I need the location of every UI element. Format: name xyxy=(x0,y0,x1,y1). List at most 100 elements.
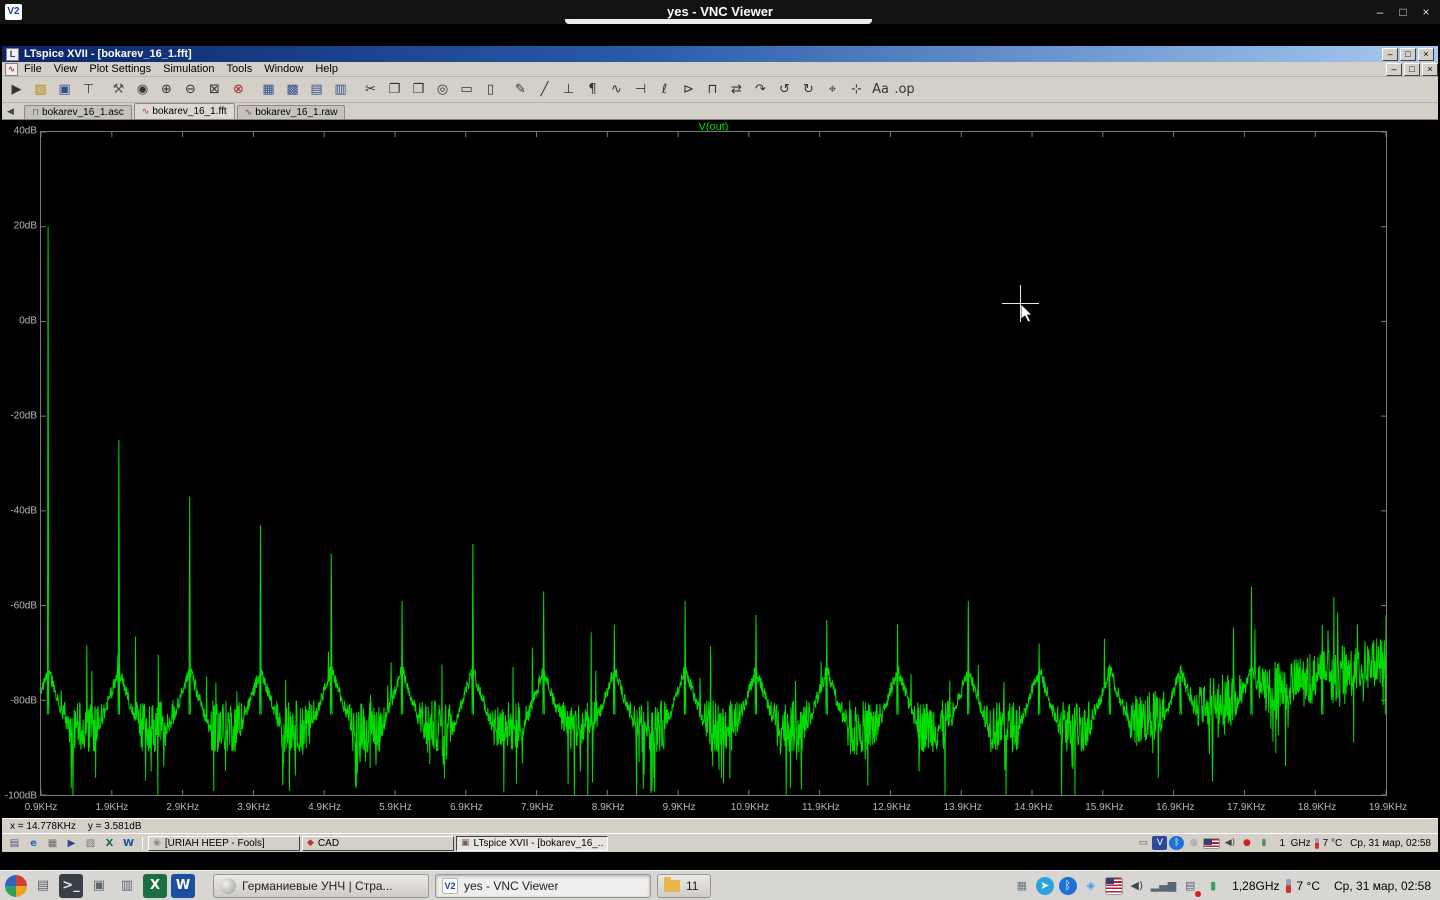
ie-icon[interactable]: e xyxy=(25,836,42,851)
screenshot-tray-icon[interactable]: ▦ xyxy=(1013,877,1031,895)
vnc-viewer-window-button[interactable]: V2 yes - VNC Viewer xyxy=(435,873,651,898)
tab-scroll-left-icon[interactable]: ◀ xyxy=(7,106,14,117)
terminal-icon[interactable]: >_ xyxy=(59,873,83,898)
plot-pane[interactable]: V(out) 40dB 20dB 0dB -20dB -40dB -60dB -80dB -1… xyxy=(2,119,1438,818)
plot-area[interactable] xyxy=(40,131,1387,796)
uriah-heep-window-button[interactable]: ◉ [URIAH HEEP - Fools] xyxy=(148,835,300,851)
fft-icon[interactable]: ▥ xyxy=(329,79,352,100)
ltspice-titlebar[interactable]: L LTspice XVII - [bokarev_16_1.fft] – □ … xyxy=(2,46,1438,62)
word-icon[interactable]: W xyxy=(120,836,137,851)
outlook-icon[interactable]: ▧ xyxy=(82,836,99,851)
print-icon[interactable]: ▭ xyxy=(455,79,478,100)
zoom-out-icon[interactable]: ⊖ xyxy=(179,79,202,100)
minimize-button[interactable]: – xyxy=(1372,5,1388,19)
autorange-icon[interactable]: ▤ xyxy=(305,79,328,100)
tab-bokarev_16_1-asc[interactable]: ⊓ bokarev_16_1.asc xyxy=(24,105,132,119)
remote-clock[interactable]: Ср, 31 мар, 02:58 xyxy=(1350,838,1431,849)
redo-icon[interactable]: ↻ xyxy=(797,79,820,100)
inductor-icon[interactable]: ℓ xyxy=(653,79,676,100)
keyboard-layout-flag[interactable] xyxy=(1104,876,1123,895)
ground-icon[interactable]: ⊥ xyxy=(557,79,580,100)
close-button[interactable]: × xyxy=(1418,47,1434,61)
menu-help[interactable]: Help xyxy=(309,63,344,75)
plot-settings-icon[interactable]: ▦ xyxy=(257,79,280,100)
paste-icon[interactable]: ❒ xyxy=(407,79,430,100)
explorer-icon[interactable]: ▦ xyxy=(44,836,61,851)
record-icon[interactable]: ● xyxy=(1239,836,1254,850)
mdi-minimize-button[interactable]: – xyxy=(1386,62,1402,76)
ltspice-window-button[interactable]: ▣ LTspice XVII - [bokarev_16_... xyxy=(456,835,608,851)
rotate-icon[interactable]: ↷ xyxy=(749,79,772,100)
mdi-restore-button[interactable]: □ xyxy=(1404,62,1420,76)
telegram-icon[interactable]: ➤ xyxy=(1035,876,1054,895)
open-icon[interactable]: ▨ xyxy=(29,79,52,100)
maximize-button[interactable]: □ xyxy=(1395,5,1411,19)
mdi-close-button[interactable]: × xyxy=(1422,62,1438,76)
control-panel-icon[interactable]: ⚒ xyxy=(107,79,130,100)
host-clock[interactable]: Ср, 31 мар, 02:58 xyxy=(1334,879,1431,893)
diode-icon[interactable]: ⊳ xyxy=(677,79,700,100)
probe-icon[interactable]: ⊤ xyxy=(77,79,100,100)
close-button[interactable]: × xyxy=(1418,5,1434,19)
bluetooth-icon[interactable]: ᛒ xyxy=(1169,836,1185,850)
osd-icon[interactable]: ◍ xyxy=(1186,836,1201,850)
power-icon[interactable]: ▮ xyxy=(1256,836,1271,850)
tab-bokarev_16_1-raw[interactable]: ∿ bokarev_16_1.raw xyxy=(236,105,346,119)
spice-netlist-icon[interactable]: ▩ xyxy=(281,79,304,100)
file-manager-icon[interactable]: ▤ xyxy=(31,874,55,898)
volume-icon[interactable]: ◀) xyxy=(1128,877,1146,895)
browser-window-button[interactable]: Германиевые УНЧ | Стра... xyxy=(213,873,429,898)
print-preview-icon[interactable]: ▯ xyxy=(479,79,502,100)
mirror-icon[interactable]: ⇄ xyxy=(725,79,748,100)
signal-icon[interactable]: ▂▄▆ xyxy=(1151,877,1176,895)
excel-icon[interactable]: X xyxy=(143,873,167,898)
cut-icon[interactable]: ✂ xyxy=(359,79,382,100)
text-icon[interactable]: Aa xyxy=(869,79,892,100)
wire-icon[interactable]: ╱ xyxy=(533,79,556,100)
menu-file[interactable]: File xyxy=(18,63,48,75)
zoom-full-icon[interactable]: ⊠ xyxy=(203,79,226,100)
media-player-icon[interactable]: ▶ xyxy=(63,836,80,851)
menu-window[interactable]: Window xyxy=(258,63,309,75)
save-icon[interactable]: ▣ xyxy=(53,79,76,100)
component-icon[interactable]: ⊓ xyxy=(701,79,724,100)
volume-icon[interactable]: ◀) xyxy=(1222,836,1237,850)
pause-icon[interactable]: ◉ xyxy=(131,79,154,100)
restore-button[interactable]: □ xyxy=(1400,47,1416,61)
printer-icon[interactable]: ▤ xyxy=(1181,877,1202,897)
text-editor-icon[interactable]: ▥ xyxy=(115,874,139,898)
minimize-button[interactable]: – xyxy=(1382,47,1398,61)
battery-icon[interactable]: ▮ xyxy=(1204,877,1222,895)
word-icon[interactable]: W xyxy=(171,873,195,898)
vnc-server-icon[interactable]: V xyxy=(1152,836,1168,850)
cad-window-button[interactable]: ◆ CAD xyxy=(302,835,454,851)
drop-icon[interactable]: ◈ xyxy=(1082,877,1100,895)
capacitor-icon[interactable]: ⊣ xyxy=(629,79,652,100)
tab-bokarev_16_1-fft[interactable]: ∿ bokarev_16_1.fft xyxy=(133,103,235,119)
pencil-icon[interactable]: ✎ xyxy=(509,79,532,100)
copy-icon[interactable]: ❐ xyxy=(383,79,406,100)
screenshot-tool-icon[interactable]: ▣ xyxy=(87,874,111,898)
vnc-toolbar-tab[interactable] xyxy=(565,19,872,24)
spice-directive-icon[interactable]: .op xyxy=(893,79,916,100)
move-icon[interactable]: ⌖ xyxy=(821,79,844,100)
menu-tools[interactable]: Tools xyxy=(221,63,259,75)
keyboard-layout-flag[interactable] xyxy=(1203,837,1221,849)
zoom-in-icon[interactable]: ⊕ xyxy=(155,79,178,100)
menu-simulation[interactable]: Simulation xyxy=(157,63,220,75)
bluetooth-icon[interactable]: ᛒ xyxy=(1058,876,1077,895)
display-icon[interactable]: ▭ xyxy=(1135,836,1150,850)
drag-icon[interactable]: ⊹ xyxy=(845,79,868,100)
folder-11-window-button[interactable]: 11 xyxy=(657,873,711,898)
menu-view[interactable]: View xyxy=(48,63,84,75)
menu-plot-settings[interactable]: Plot Settings xyxy=(83,63,157,75)
find-icon[interactable]: ◎ xyxy=(431,79,454,100)
show-desktop-icon[interactable]: ▤ xyxy=(6,836,23,851)
excel-icon[interactable]: X xyxy=(101,836,118,851)
label-icon[interactable]: ¶ xyxy=(581,79,604,100)
resistor-icon[interactable]: ∿ xyxy=(605,79,628,100)
zoom-redraw-icon[interactable]: ⊗ xyxy=(227,79,250,100)
run-icon[interactable]: ▶ xyxy=(5,79,28,100)
undo-icon[interactable]: ↺ xyxy=(773,79,796,100)
app-menu-icon[interactable] xyxy=(5,874,27,897)
